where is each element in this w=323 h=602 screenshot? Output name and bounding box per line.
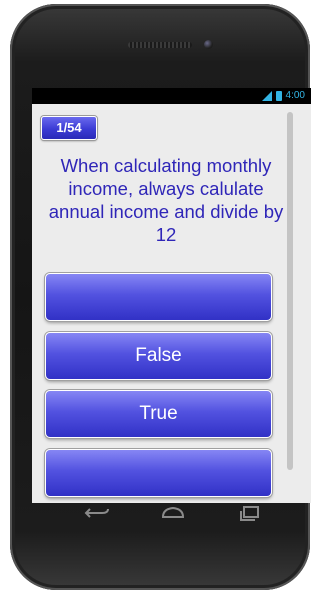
back-icon[interactable] xyxy=(82,503,112,523)
status-bar: 4:00 xyxy=(32,88,311,104)
speaker-grille xyxy=(128,42,192,48)
answer-button-4[interactable] xyxy=(45,449,272,497)
signal-icon xyxy=(261,91,272,101)
scrollbar[interactable] xyxy=(287,112,293,470)
status-icons: 4:00 xyxy=(261,88,305,104)
phone-frame: 4:00 1/54 When calculating monthly incom… xyxy=(10,4,311,590)
home-icon[interactable] xyxy=(158,503,188,523)
device-screen: 4:00 1/54 When calculating monthly incom… xyxy=(32,88,311,503)
question-counter-badge: 1/54 xyxy=(41,116,97,140)
question-text: When calculating monthly income, always … xyxy=(48,155,284,245)
answer-button-true[interactable]: True xyxy=(45,390,272,438)
answer-button-1[interactable] xyxy=(45,273,272,321)
quiz-screen: 1/54 When calculating monthly income, al… xyxy=(32,104,311,503)
status-time: 4:00 xyxy=(285,90,305,101)
answer-button-false[interactable]: False xyxy=(45,332,272,380)
recent-apps-icon[interactable] xyxy=(236,503,266,523)
navigation-bar xyxy=(32,499,311,527)
battery-icon xyxy=(275,91,282,101)
front-camera xyxy=(204,40,213,49)
